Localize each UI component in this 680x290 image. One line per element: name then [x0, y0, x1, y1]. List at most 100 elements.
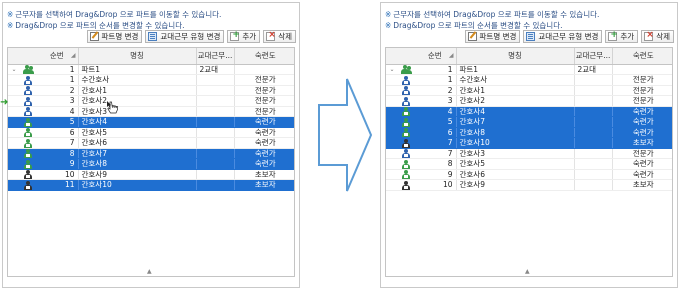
part-name-change-button[interactable]: 파트명 변경 — [464, 30, 521, 43]
expander-cell — [8, 74, 20, 86]
expander-cell[interactable]: ⌄ — [386, 64, 398, 75]
staff-icon — [24, 117, 32, 127]
cell-skill: 전문가 — [612, 74, 672, 86]
cell-name: 간호사9 — [456, 179, 575, 191]
table-row[interactable]: 4 간호사4 숙련가 — [386, 106, 672, 117]
list-icon — [526, 32, 536, 41]
cell-shift — [574, 74, 613, 86]
header-name[interactable]: 명칭 — [78, 48, 197, 65]
notice-text: 근무자를 선택하여 Drag&Drop 으로 파트를 이동할 수 있습니다. — [393, 10, 600, 19]
resize-grip-icon[interactable]: ▲ — [147, 268, 152, 275]
header-no[interactable]: 순번 ◢ — [36, 48, 79, 65]
cell-no: 1 — [414, 64, 457, 75]
row-icon-cell — [398, 74, 414, 86]
table-row[interactable]: 10 간호사9 초보자 — [386, 179, 672, 191]
cell-no: 9 — [36, 158, 79, 170]
cell-skill: 숙련가 — [612, 106, 672, 117]
cell-skill: 숙련가 — [234, 158, 294, 170]
cell-skill: 전문가 — [234, 106, 294, 117]
delete-button[interactable]: 삭제 — [263, 30, 296, 43]
row-icon-cell — [398, 169, 414, 180]
shift-type-change-button[interactable]: 교대근무 유형 변경 — [523, 30, 603, 43]
row-icon-cell — [20, 179, 36, 191]
cell-shift — [574, 95, 613, 107]
cell-skill: 숙련가 — [612, 169, 672, 180]
table-row[interactable]: 1 수간호사 전문가 — [8, 74, 294, 86]
row-icon-cell — [398, 106, 414, 117]
table-row[interactable]: 8 간호사7 숙련가 — [8, 148, 294, 159]
hand-cursor-icon — [107, 101, 118, 114]
resize-grip-icon[interactable]: ▲ — [525, 268, 530, 275]
expander-cell — [8, 169, 20, 180]
cell-no: 8 — [36, 148, 79, 159]
table-row[interactable]: 11 간호사10 초보자 — [8, 179, 294, 191]
expander-cell — [8, 137, 20, 149]
shift-type-change-button[interactable]: 교대근무 유형 변경 — [145, 30, 225, 43]
header-label: 순번 — [49, 51, 64, 61]
row-icon-cell — [20, 106, 36, 117]
table-row[interactable]: 1 수간호사 전문가 — [386, 74, 672, 86]
cell-name: 파트1 — [78, 64, 197, 75]
row-icon-cell — [20, 74, 36, 86]
header-skill[interactable]: 숙련도 — [234, 48, 294, 65]
table-row[interactable]: 4 간호사3 전문가 — [8, 106, 294, 117]
cell-name: 간호사1 — [456, 85, 575, 96]
table-row[interactable]: 5 간호사4 숙련가 — [8, 116, 294, 128]
cell-shift: 2교대 — [196, 64, 235, 75]
table-row[interactable]: 8 간호사5 숙련가 — [386, 158, 672, 170]
staff-icon — [402, 170, 410, 179]
staff-icon — [402, 117, 410, 127]
expander-cell — [386, 137, 398, 149]
table-row[interactable]: 6 간호사5 숙련가 — [8, 127, 294, 138]
add-button[interactable]: 추가 — [605, 30, 639, 43]
staff-icon — [24, 159, 32, 169]
notice-text: 근무자를 선택하여 Drag&Drop 으로 파트를 이동할 수 있습니다. — [15, 10, 222, 19]
add-button[interactable]: 추가 — [227, 30, 261, 43]
cell-name: 간호사6 — [456, 169, 575, 180]
cell-name: 간호사5 — [456, 158, 575, 170]
table-row[interactable]: 3 간호사2 전문가 — [386, 95, 672, 107]
row-icon-cell — [20, 148, 36, 159]
staff-icon — [402, 128, 410, 137]
cell-shift — [196, 74, 235, 86]
cell-name: 간호사3 — [456, 148, 575, 159]
expander-cell — [8, 148, 20, 159]
table-row[interactable]: 6 간호사8 숙련가 — [386, 127, 672, 138]
table-row[interactable]: 3 간호사2 전문가 — [8, 95, 294, 107]
notice-text: Drag&Drop 으로 파트의 순서를 변경할 수 있습니다. — [393, 21, 563, 30]
notice-mark: ※ — [7, 21, 14, 30]
beginner-icon — [402, 138, 410, 148]
expander-cell[interactable]: ⌄ — [8, 64, 20, 75]
group-icon — [400, 65, 412, 74]
table-row[interactable]: ⌄ 1 파트1 2교대 — [8, 64, 294, 75]
table-row[interactable]: 2 간호사1 전문가 — [386, 85, 672, 96]
cell-skill: 전문가 — [234, 95, 294, 107]
table-row[interactable]: 2 간호사1 전문가 — [8, 85, 294, 96]
table-row[interactable]: 9 간호사6 숙련가 — [386, 169, 672, 180]
header-spacer — [8, 48, 36, 65]
toolbar: 파트명 변경 교대근무 유형 변경 추가 삭제 — [464, 30, 674, 43]
part-name-change-button[interactable]: 파트명 변경 — [86, 30, 143, 43]
header-no[interactable]: 순번 ◢ — [414, 48, 457, 65]
expander-cell — [8, 85, 20, 96]
notice-drag-move: ※ 근무자를 선택하여 Drag&Drop 으로 파트를 이동할 수 있습니다. — [385, 9, 599, 20]
cell-no: 6 — [36, 127, 79, 138]
table-row[interactable]: 5 간호사7 숙련가 — [386, 116, 672, 128]
header-shift[interactable]: 교대근무... — [196, 48, 235, 65]
table-row[interactable]: 7 간호사6 숙련가 — [8, 137, 294, 149]
table-row[interactable]: 10 간호사9 초보자 — [8, 169, 294, 180]
header-name[interactable]: 명칭 — [456, 48, 575, 65]
header-skill[interactable]: 숙련도 — [612, 48, 672, 65]
header-spacer — [386, 48, 414, 65]
cell-name: 간호사2 — [78, 95, 197, 107]
table-row[interactable]: 7 간호사10 초보자 — [386, 137, 672, 149]
delete-button[interactable]: 삭제 — [641, 30, 674, 43]
header-shift[interactable]: 교대근무... — [574, 48, 613, 65]
table-row[interactable]: ⌄ 1 파트1 2교대 — [386, 64, 672, 75]
row-icon-cell — [398, 127, 414, 138]
table-row[interactable]: 9 간호사8 숙련가 — [8, 158, 294, 170]
row-icon-cell — [398, 64, 414, 75]
table-row[interactable]: 7 간호사3 전문가 — [386, 148, 672, 159]
row-icon-cell — [20, 116, 36, 128]
cell-name: 간호사7 — [456, 116, 575, 128]
